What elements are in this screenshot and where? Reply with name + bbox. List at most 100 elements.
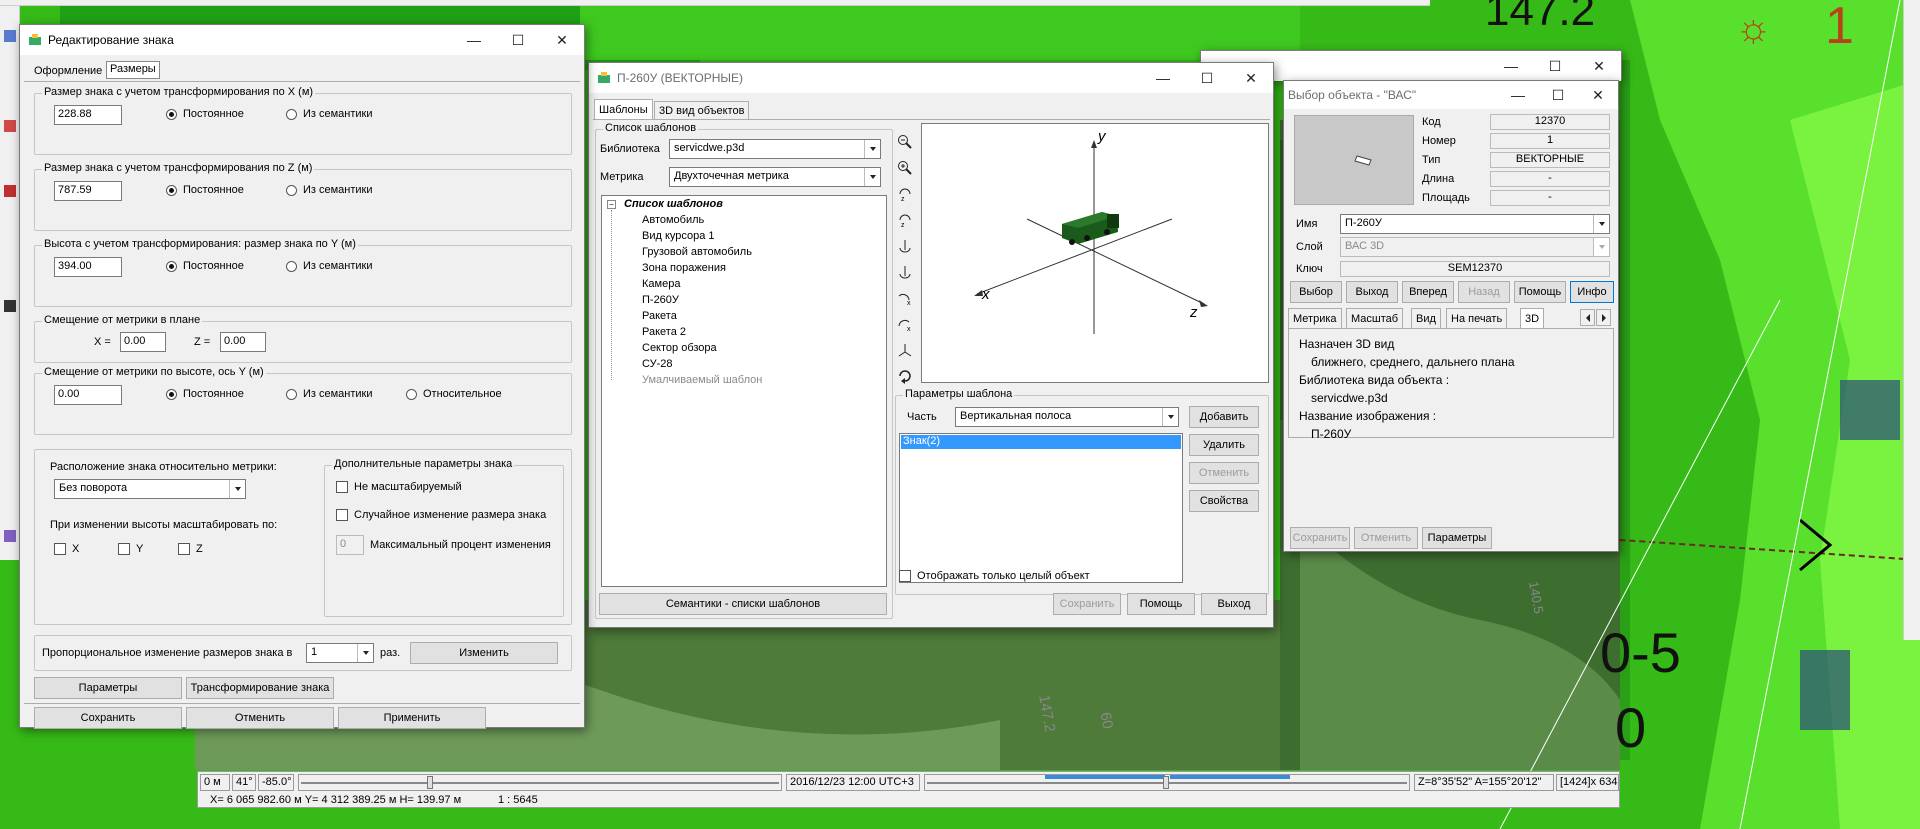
size-y-semantics-radio[interactable]: Из семантики — [286, 260, 373, 272]
tree-item[interactable]: Умалчиваемый шаблон — [642, 374, 762, 386]
help-button[interactable]: Помощь — [1514, 281, 1566, 303]
exit-button[interactable]: Выход — [1201, 593, 1267, 615]
transform-button[interactable]: Трансформирование знака — [186, 677, 334, 699]
change-button[interactable]: Изменить — [410, 642, 558, 664]
metric-combo[interactable]: Двухточечная метрика — [669, 167, 881, 187]
apply-button[interactable]: Применить — [338, 707, 486, 729]
tab-print[interactable]: На печать — [1446, 308, 1508, 328]
tree-item[interactable]: Зона поражения — [642, 262, 726, 274]
tree-item[interactable]: Автомобиль — [642, 214, 704, 226]
forward-button[interactable]: Вперед — [1402, 281, 1454, 303]
save-button[interactable]: Сохранить — [1290, 527, 1350, 549]
maximize-button[interactable]: ☐ — [496, 25, 540, 55]
tab-scroll-right-icon[interactable] — [1596, 309, 1611, 326]
random-size-checkbox[interactable]: Случайное изменение размера знака — [336, 509, 546, 521]
reset-view-icon[interactable] — [895, 366, 915, 386]
info-button[interactable]: Инфо — [1570, 281, 1614, 303]
tree-item[interactable]: Ракета — [642, 310, 677, 322]
tab-sizes[interactable]: Размеры — [106, 61, 160, 79]
size-z-input[interactable]: 787.59 — [54, 181, 122, 201]
zoom-out-icon[interactable] — [895, 132, 915, 152]
size-z-semantics-radio[interactable]: Из семантики — [286, 184, 373, 196]
minimize-button[interactable]: — — [1489, 51, 1533, 81]
maximize-button[interactable]: ☐ — [1538, 81, 1578, 109]
tree-item[interactable]: П-260У — [642, 294, 679, 306]
timeline-slider-2[interactable] — [924, 774, 1410, 791]
tab-templates[interactable]: Шаблоны — [594, 99, 653, 119]
tab-metric[interactable]: Метрика — [1288, 308, 1342, 328]
select-button[interactable]: Выбор — [1290, 281, 1342, 303]
toolbar-tool-icon[interactable] — [4, 30, 16, 42]
timeline-slider-1[interactable] — [298, 774, 782, 791]
proportional-combo[interactable]: 1 — [306, 643, 374, 663]
zoom-in-icon[interactable] — [895, 158, 915, 178]
part-list[interactable]: Знак(2) — [899, 433, 1183, 583]
parameters-button[interactable]: Параметры — [34, 677, 182, 699]
rotate-y-left-icon[interactable] — [895, 236, 915, 256]
size-x-input[interactable]: 228.88 — [54, 105, 122, 125]
minimize-button[interactable]: — — [452, 25, 496, 55]
tab-scroll-left-icon[interactable] — [1580, 309, 1595, 326]
placement-combo[interactable]: Без поворота — [54, 479, 246, 499]
size-z-constant-radio[interactable]: Постоянное — [166, 184, 244, 196]
close-button[interactable]: ✕ — [1577, 51, 1621, 81]
tab-3d-view[interactable]: 3D вид объектов — [654, 101, 750, 119]
cancel-button[interactable]: Отменить — [1354, 527, 1418, 549]
size-y-constant-radio[interactable]: Постоянное — [166, 260, 244, 272]
size-x-semantics-radio[interactable]: Из семантики — [286, 108, 373, 120]
rotate-x-right-icon[interactable]: x — [895, 314, 915, 334]
tab-design[interactable]: Оформление — [34, 65, 102, 77]
scale-y-checkbox[interactable]: Y — [118, 543, 143, 555]
toolbar-tool-icon[interactable] — [4, 530, 16, 542]
close-button[interactable]: ✕ — [1578, 81, 1618, 109]
only-whole-checkbox[interactable]: Отображать только целый объект — [899, 570, 1090, 582]
maximize-button[interactable]: ☐ — [1533, 51, 1577, 81]
tree-item[interactable]: Сектор обзора — [642, 342, 717, 354]
plan-x-input[interactable]: 0.00 — [120, 332, 166, 352]
delete-button[interactable]: Удалить — [1189, 434, 1259, 456]
size-y-input[interactable]: 394.00 — [54, 257, 122, 277]
save-button[interactable]: Сохранить — [1053, 593, 1121, 615]
toolbar-tool-icon[interactable] — [4, 300, 16, 312]
save-button[interactable]: Сохранить — [34, 707, 182, 729]
help-button[interactable]: Помощь — [1127, 593, 1195, 615]
tab-3d[interactable]: 3D — [1520, 308, 1545, 328]
library-combo[interactable]: servicdwe.p3d — [669, 139, 881, 159]
maximize-button[interactable]: ☐ — [1185, 63, 1229, 93]
list-item-selected[interactable]: Знак(2) — [901, 435, 1181, 449]
toolbar-tool-icon[interactable] — [4, 185, 16, 197]
tree-expand-icon[interactable]: − — [607, 200, 616, 209]
size-x-constant-radio[interactable]: Постоянное — [166, 108, 244, 120]
add-button[interactable]: Добавить — [1189, 406, 1259, 428]
tab-view[interactable]: Вид — [1411, 308, 1441, 328]
max-percent-input[interactable]: 0 — [336, 535, 364, 555]
not-scalable-checkbox[interactable]: Не масштабируемый — [336, 481, 462, 493]
properties-button[interactable]: Свойства — [1189, 490, 1259, 512]
cancel-button[interactable]: Отменить — [186, 707, 334, 729]
rotate-y-right-icon[interactable] — [895, 262, 915, 282]
rotate-z-left-icon[interactable]: z — [895, 184, 915, 204]
rotate-z-right-icon[interactable]: z — [895, 210, 915, 230]
close-button[interactable]: ✕ — [1229, 63, 1273, 93]
minimize-button[interactable]: — — [1141, 63, 1185, 93]
height-relative-radio[interactable]: Относительное — [406, 388, 502, 400]
tree-item[interactable]: Ракета 2 — [642, 326, 686, 338]
axes-icon[interactable] — [895, 340, 915, 360]
exit-button[interactable]: Выход — [1346, 281, 1398, 303]
tree-item[interactable]: Камера — [642, 278, 680, 290]
plan-z-input[interactable]: 0.00 — [220, 332, 266, 352]
part-combo[interactable]: Вертикальная полоса — [955, 407, 1179, 427]
scale-x-checkbox[interactable]: X — [54, 543, 79, 555]
tree-item[interactable]: СУ-28 — [642, 358, 672, 370]
tab-scale[interactable]: Масштаб — [1346, 308, 1404, 328]
semantics-templates-button[interactable]: Семантики - списки шаблонов — [599, 593, 887, 615]
height-semantics-radio[interactable]: Из семантики — [286, 388, 373, 400]
tree-item[interactable]: Грузовой автомобиль — [642, 246, 752, 258]
name-combo[interactable]: П-260У — [1340, 214, 1610, 234]
back-button[interactable]: Назад — [1458, 281, 1510, 303]
rotate-x-left-icon[interactable]: x — [895, 288, 915, 308]
templates-tree[interactable]: − Список шаблонов Автомобиль Вид курсора… — [601, 195, 887, 587]
params-button[interactable]: Параметры — [1422, 527, 1492, 549]
height-offset-input[interactable]: 0.00 — [54, 385, 122, 405]
close-button[interactable]: ✕ — [540, 25, 584, 55]
